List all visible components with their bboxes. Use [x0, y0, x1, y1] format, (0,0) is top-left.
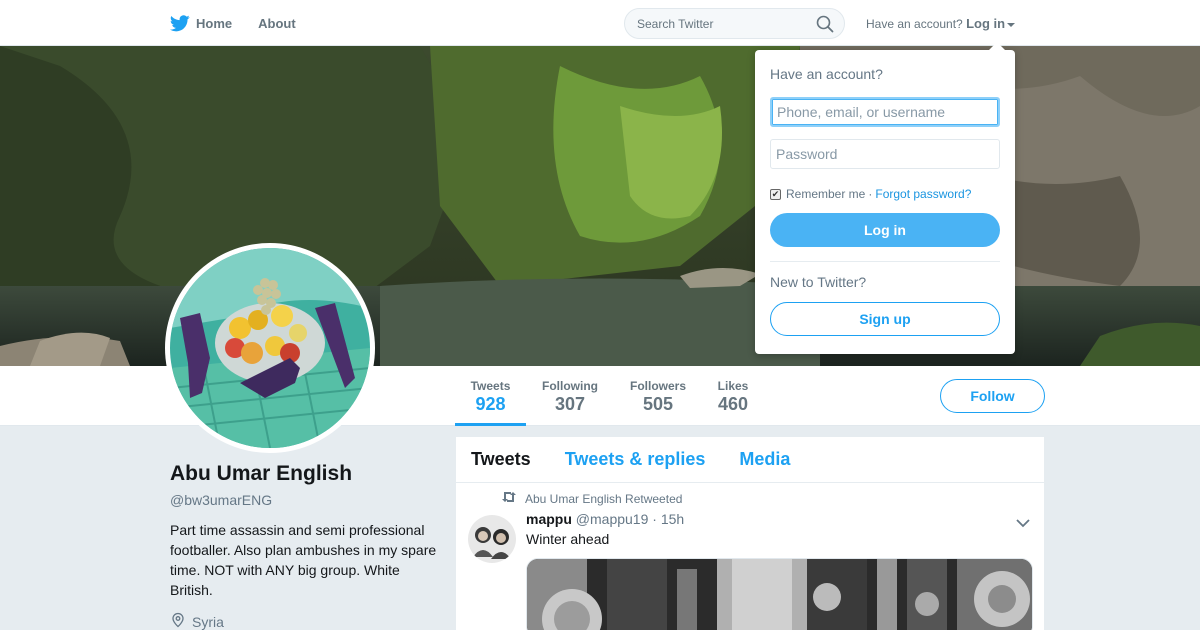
tweet-timestamp[interactable]: 15h	[661, 511, 684, 527]
login-button[interactable]: Log in	[770, 213, 1000, 247]
profile-sidebar: Abu Umar English @bw3umarENG Part time a…	[170, 462, 440, 630]
stat-likes-value: 460	[717, 394, 749, 414]
nav-home-label: Home	[196, 15, 233, 31]
remember-me-checkbox[interactable]: ✔	[770, 188, 781, 200]
stat-likes-label: Likes	[717, 379, 749, 393]
tweet-author-name[interactable]: mappu	[526, 511, 572, 527]
username-field[interactable]	[770, 97, 1000, 127]
stat-following[interactable]: Following 307	[536, 366, 604, 426]
profile-avatar[interactable]	[165, 243, 375, 453]
tweet-author-handle[interactable]: @mappu19	[576, 511, 649, 527]
forgot-password-link[interactable]: Forgot password?	[875, 187, 971, 201]
top-nav: Home About Have an account? Log in	[0, 0, 1200, 46]
stat-followers[interactable]: Followers 505	[624, 366, 692, 426]
dropdown-divider	[770, 261, 1000, 262]
timeline: Tweets Tweets & replies Media Abu Umar E…	[456, 437, 1044, 630]
stat-followers-value: 505	[642, 394, 674, 414]
stat-tweets[interactable]: Tweets 928	[455, 366, 526, 426]
chevron-down-icon[interactable]	[1016, 515, 1030, 533]
nav-about-label: About	[258, 15, 296, 31]
new-to-twitter-text: New to Twitter?	[770, 274, 867, 290]
tab-tweets[interactable]: Tweets	[471, 449, 531, 470]
tweet-time-separator: ·	[652, 511, 657, 527]
nav-about[interactable]: About	[258, 16, 296, 31]
stat-likes[interactable]: Likes 460	[711, 366, 755, 426]
profile-location-text: Syria	[192, 613, 224, 630]
tab-media[interactable]: Media	[739, 449, 790, 470]
nav-home[interactable]: Home	[170, 14, 233, 32]
remember-separator: ·	[868, 187, 873, 201]
tweet-header: mappu @mappu19 · 15h	[526, 511, 1032, 527]
login-dropdown-title: Have an account?	[770, 66, 883, 82]
caret-down-icon	[1007, 22, 1016, 27]
stat-following-value: 307	[554, 394, 586, 414]
follow-button[interactable]: Follow	[940, 379, 1045, 413]
profile-name[interactable]: Abu Umar English	[170, 462, 440, 486]
profile-bio: Part time assassin and semi professional…	[170, 522, 437, 598]
retweet-icon	[501, 491, 525, 506]
stat-tweets-label: Tweets	[470, 379, 511, 393]
login-link-label: Log in	[966, 16, 1006, 31]
retweet-context: Abu Umar English Retweeted	[501, 491, 1032, 506]
password-field[interactable]	[770, 139, 1000, 169]
tweet-text: Winter ahead	[526, 531, 610, 547]
twitter-bird-icon	[170, 14, 190, 32]
search-box	[624, 8, 845, 39]
remember-me-label[interactable]: Remember me	[786, 187, 865, 201]
login-dropdown-toggle[interactable]: Log in	[966, 16, 1016, 31]
search-icon[interactable]	[816, 15, 834, 38]
account-menu: Have an account? Log in	[866, 16, 1016, 31]
location-pin-icon	[170, 612, 192, 630]
remember-me-row: ✔ Remember me · Forgot password?	[770, 187, 1000, 201]
search-input[interactable]	[625, 9, 805, 38]
tweet-media-image	[527, 559, 1032, 630]
profile-handle[interactable]: @bw3umarENG	[170, 492, 440, 508]
nav-left: Home About	[170, 0, 322, 46]
avatar-image	[170, 248, 370, 448]
tab-tweets-replies[interactable]: Tweets & replies	[565, 449, 706, 470]
stat-followers-label: Followers	[629, 379, 686, 393]
timeline-tabs: Tweets Tweets & replies Media	[456, 437, 1044, 483]
tweet-author-avatar[interactable]	[468, 515, 516, 563]
account-prompt: Have an account?	[866, 17, 963, 31]
stat-tweets-value: 928	[475, 394, 506, 414]
tweet-media[interactable]	[526, 558, 1033, 630]
profile-location: Syria	[170, 612, 440, 630]
signup-button[interactable]: Sign up	[770, 302, 1000, 336]
stat-following-label: Following	[542, 379, 598, 393]
tweet-item[interactable]: Abu Umar English Retweeted mappu @mappu1…	[456, 483, 1044, 630]
retweet-context-text: Abu Umar English Retweeted	[525, 491, 683, 506]
login-dropdown: Have an account? ✔ Remember me · Forgot …	[755, 42, 1015, 354]
